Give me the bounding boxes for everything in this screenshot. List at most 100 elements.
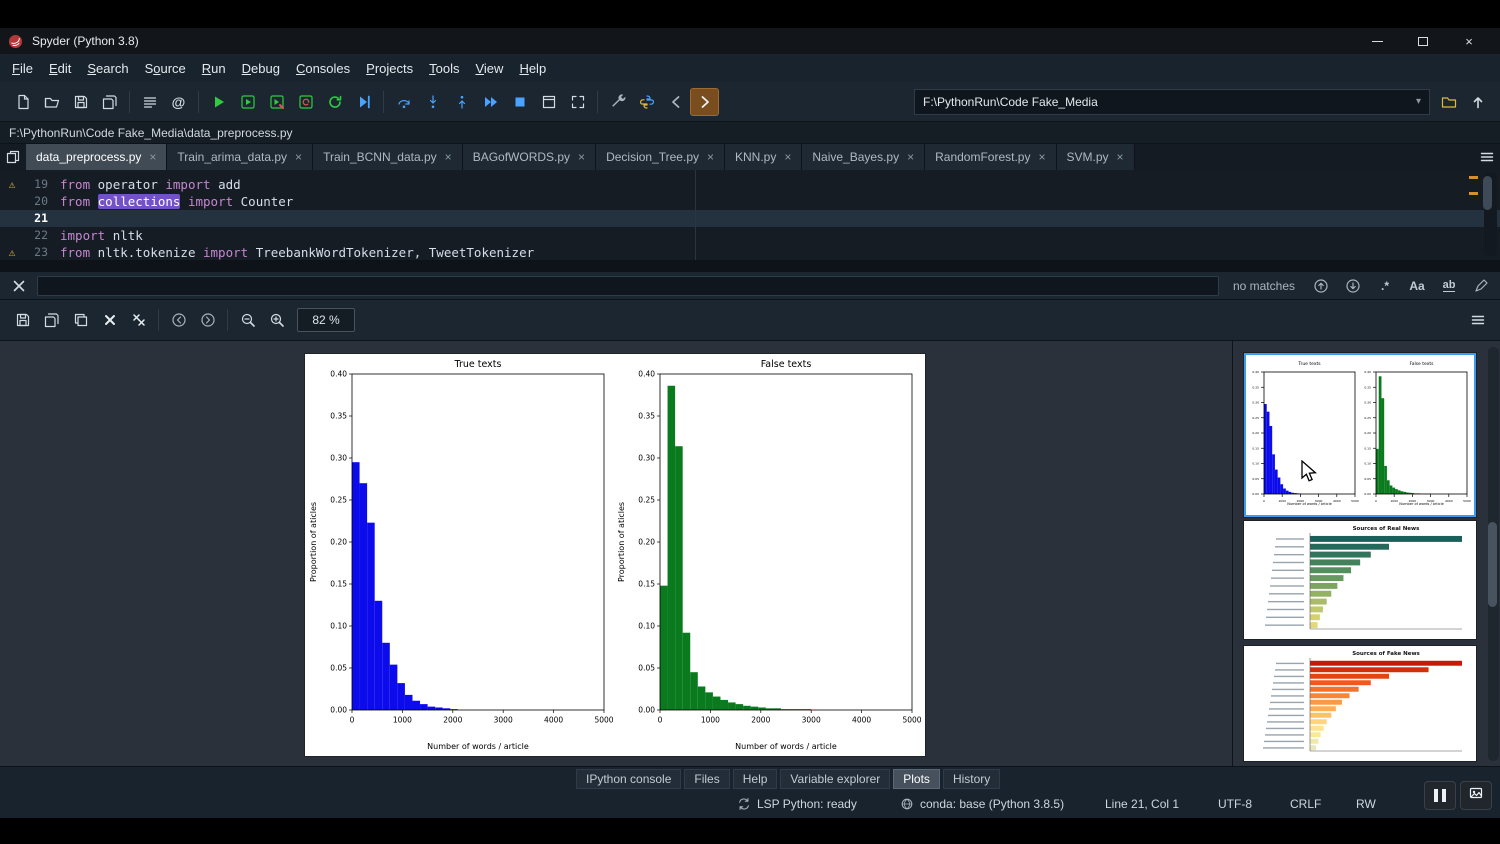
code-line-20[interactable]: 20from collections import Counter: [0, 193, 1500, 210]
tab-BAGofWORDS.py[interactable]: BAGofWORDS.py×: [463, 144, 596, 170]
menu-tools[interactable]: Tools: [421, 57, 467, 80]
tab-close-icon[interactable]: ×: [784, 150, 791, 164]
maximize-pane-button[interactable]: [534, 88, 563, 116]
tab-Train_arima_data.py[interactable]: Train_arima_data.py×: [167, 144, 313, 170]
tab-Naive_Bayes.py[interactable]: Naive_Bayes.py×: [802, 144, 925, 170]
save-plot-button[interactable]: [8, 306, 37, 334]
working-directory-combobox[interactable]: F:\PythonRun\Code Fake_Media ▾: [914, 89, 1430, 115]
code-line-21[interactable]: 21: [0, 210, 1500, 227]
find-close-button[interactable]: [7, 275, 31, 297]
debug-button[interactable]: [349, 88, 378, 116]
remove-all-plots-button[interactable]: [124, 306, 153, 334]
tab-close-icon[interactable]: ×: [445, 150, 452, 164]
tab-close-icon[interactable]: ×: [295, 150, 302, 164]
tab-close-icon[interactable]: ×: [149, 150, 156, 164]
highlight-button[interactable]: [1469, 275, 1493, 297]
tab-close-icon[interactable]: ×: [1117, 150, 1124, 164]
tab-Decision_Tree.py[interactable]: Decision_Tree.py×: [596, 144, 725, 170]
maximize-button[interactable]: [1400, 28, 1446, 54]
save-all-button[interactable]: [95, 88, 124, 116]
tab-close-icon[interactable]: ×: [707, 150, 714, 164]
plots-options-button[interactable]: [1463, 306, 1492, 334]
outline-button[interactable]: [135, 88, 164, 116]
browse-tabs-button[interactable]: [0, 144, 26, 170]
close-button[interactable]: ×: [1446, 28, 1492, 54]
preferences-button[interactable]: [603, 88, 632, 116]
zoom-in-button[interactable]: [262, 306, 291, 334]
menu-view[interactable]: View: [467, 57, 511, 80]
tab-close-icon[interactable]: ×: [578, 150, 585, 164]
editor-scrollbar-thumb[interactable]: [1483, 176, 1492, 210]
back-button[interactable]: [661, 88, 690, 116]
run-cell-button[interactable]: [233, 88, 262, 116]
regex-button[interactable]: .*: [1373, 275, 1397, 297]
find-input[interactable]: [37, 276, 1219, 296]
match-case-button[interactable]: Aa: [1405, 275, 1429, 297]
run-button[interactable]: [204, 88, 233, 116]
pane-tab-files[interactable]: Files: [684, 769, 729, 789]
browse-dir-button[interactable]: [1434, 88, 1463, 116]
save-button[interactable]: [66, 88, 95, 116]
rerun-cell-button[interactable]: [291, 88, 320, 116]
menu-debug[interactable]: Debug: [234, 57, 288, 80]
thumbnails-scrollbar[interactable]: [1488, 347, 1499, 761]
editor-options-button[interactable]: [1474, 144, 1500, 170]
pane-tab-plots[interactable]: Plots: [893, 769, 940, 789]
new-file-button[interactable]: [8, 88, 37, 116]
find-prev-button[interactable]: [1309, 275, 1333, 297]
prev-plot-button[interactable]: [164, 306, 193, 334]
pane-splitter[interactable]: [0, 260, 1500, 272]
tab-Train_BCNN_data.py[interactable]: Train_BCNN_data.py×: [313, 144, 463, 170]
editor-scrollbar[interactable]: [1484, 172, 1497, 256]
run-selection-button[interactable]: [320, 88, 349, 116]
whole-word-button[interactable]: ab: [1437, 275, 1461, 297]
fullscreen-button[interactable]: [563, 88, 592, 116]
step-return-button[interactable]: [447, 88, 476, 116]
overlay-pause-button[interactable]: [1424, 781, 1456, 810]
menu-file[interactable]: File: [4, 57, 41, 80]
code-line-23[interactable]: ⚠23from nltk.tokenize import TreebankWor…: [0, 244, 1500, 260]
stop-button[interactable]: [505, 88, 534, 116]
menu-source[interactable]: Source: [137, 57, 194, 80]
tab-RandomForest.py[interactable]: RandomForest.py×: [925, 144, 1056, 170]
pane-tab-variable-explorer[interactable]: Variable explorer: [780, 769, 890, 789]
pythonpath-button[interactable]: [632, 88, 661, 116]
forward-button[interactable]: [690, 88, 719, 116]
menu-consoles[interactable]: Consoles: [288, 57, 358, 80]
step-into-button[interactable]: [418, 88, 447, 116]
find-symbols-button[interactable]: @: [164, 88, 193, 116]
chevron-down-icon[interactable]: ▾: [1416, 96, 1421, 107]
overlay-screenshot-button[interactable]: [1460, 781, 1492, 810]
code-line-19[interactable]: ⚠19from operator import add: [0, 176, 1500, 193]
continue-button[interactable]: [476, 88, 505, 116]
pane-tab-history[interactable]: History: [943, 769, 1000, 789]
menu-projects[interactable]: Projects: [358, 57, 421, 80]
find-next-button[interactable]: [1341, 275, 1365, 297]
copy-plot-button[interactable]: [66, 306, 95, 334]
menu-edit[interactable]: Edit: [41, 57, 79, 80]
thumbnail-real-news-sources[interactable]: Sources of Real News: [1244, 521, 1476, 639]
menu-run[interactable]: Run: [194, 57, 234, 80]
tab-data_preprocess.py[interactable]: data_preprocess.py×: [26, 144, 167, 170]
tab-SVM.py[interactable]: SVM.py×: [1057, 144, 1135, 170]
tab-close-icon[interactable]: ×: [1038, 150, 1045, 164]
code-line-22[interactable]: 22import nltk: [0, 227, 1500, 244]
up-dir-button[interactable]: [1463, 88, 1492, 116]
tab-close-icon[interactable]: ×: [907, 150, 914, 164]
run-cell-advance-button[interactable]: [262, 88, 291, 116]
tab-KNN.py[interactable]: KNN.py×: [725, 144, 802, 170]
code-editor[interactable]: ⚠19from operator import add20from collec…: [0, 170, 1500, 260]
menu-search[interactable]: Search: [79, 57, 136, 80]
pane-tab-help[interactable]: Help: [733, 769, 778, 789]
thumbnail-word-count-histograms[interactable]: 0.000.050.100.150.200.250.300.350.400100…: [1244, 353, 1476, 517]
minimize-button[interactable]: [1354, 28, 1400, 54]
next-plot-button[interactable]: [193, 306, 222, 334]
zoom-out-button[interactable]: [233, 306, 262, 334]
step-over-button[interactable]: [389, 88, 418, 116]
thumbnails-scrollbar-thumb[interactable]: [1488, 522, 1497, 607]
thumbnail-fake-news-sources[interactable]: Sources of Fake News: [1244, 646, 1476, 761]
open-file-button[interactable]: [37, 88, 66, 116]
pane-tab-ipython-console[interactable]: IPython console: [576, 769, 681, 789]
remove-plot-button[interactable]: [95, 306, 124, 334]
menu-help[interactable]: Help: [511, 57, 554, 80]
